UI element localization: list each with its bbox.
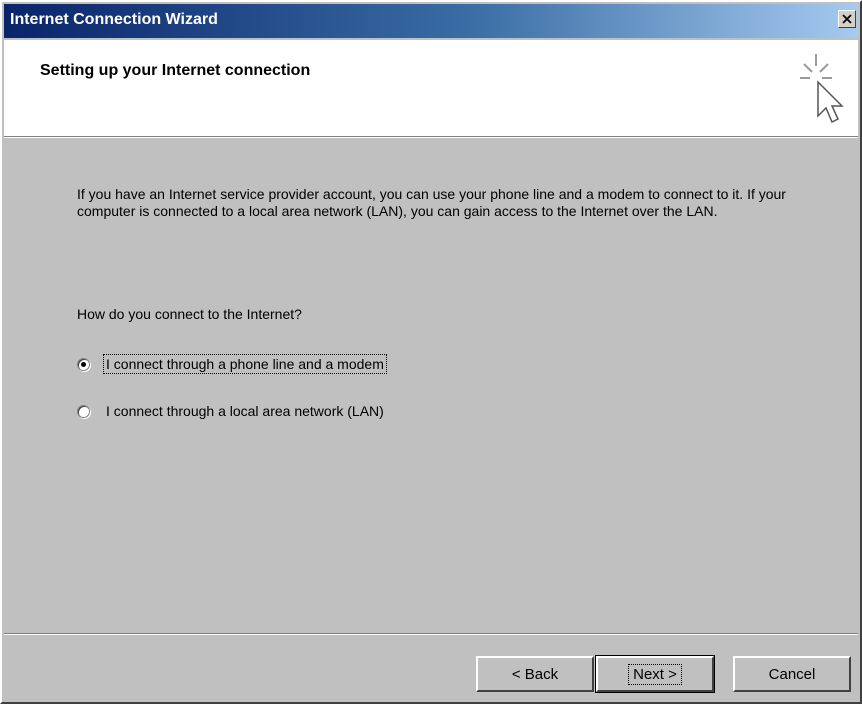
wizard-header: Setting up your Internet connection [4,40,858,138]
wizard-body: If you have an Internet service provider… [4,138,858,633]
radio-lan[interactable] [77,404,90,418]
window-title: Internet Connection Wizard [10,11,218,28]
back-button[interactable]: < Back [476,656,594,692]
close-icon [842,14,852,24]
option-lan-label[interactable]: I connect through a local area network (… [104,402,386,420]
next-button[interactable]: Next > [595,655,715,693]
next-button-label: Next > [628,663,682,685]
wizard-window: Internet Connection Wizard Setting up yo… [0,0,862,704]
button-separator [4,633,858,635]
option-phone-modem[interactable]: I connect through a phone line and a mod… [77,353,387,375]
intro-text: If you have an Internet service provider… [77,186,786,219]
cancel-button-label: Cancel [768,665,816,683]
close-button[interactable] [838,10,856,28]
connection-question: How do you connect to the Internet? [77,306,302,322]
option-phone-modem-label[interactable]: I connect through a phone line and a mod… [103,354,387,374]
option-lan[interactable]: I connect through a local area network (… [77,400,386,422]
page-title: Setting up your Internet connection [40,62,311,79]
wizard-cursor-icon [800,54,844,124]
back-button-label: < Back [511,665,559,683]
radio-phone-modem[interactable] [77,357,90,371]
title-bar[interactable]: Internet Connection Wizard [4,4,858,38]
cancel-button[interactable]: Cancel [733,656,851,692]
